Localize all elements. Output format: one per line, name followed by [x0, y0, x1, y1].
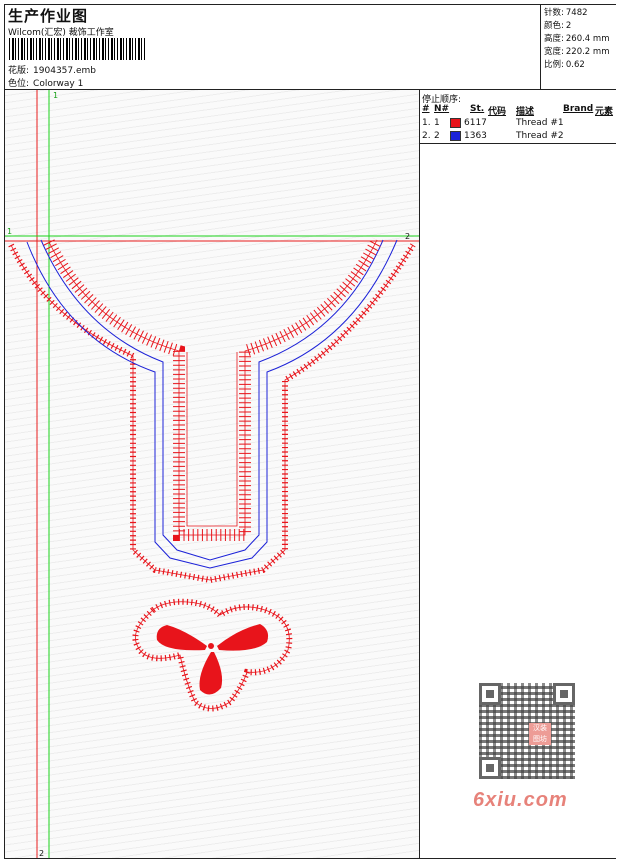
flower-center	[208, 643, 214, 649]
stat-label: 针数:	[544, 8, 564, 18]
guide-label-h2: 2	[405, 232, 410, 241]
design-file-name: 1904357.emb	[33, 66, 97, 76]
row-description: Thread #2	[516, 131, 564, 141]
petal-left	[156, 625, 207, 651]
stat-label: 颜色:	[544, 21, 564, 31]
colorway-row: 色位: Colorway 1	[8, 76, 83, 89]
stat-label: 宽度:	[544, 47, 564, 57]
stat-scale: 比例: 0.62	[544, 58, 585, 70]
qr-finder-pattern	[553, 683, 575, 705]
row-needle: 1	[434, 118, 440, 128]
stat-width: 宽度: 220.2 mm	[544, 45, 609, 57]
watermark-stamp: 汉装 图坊	[529, 723, 551, 745]
design-label: 花版:	[8, 66, 30, 76]
petal-right	[217, 624, 269, 651]
row-description: Thread #1	[516, 118, 564, 128]
stat-value: 0.62	[565, 60, 585, 70]
panel-divider	[420, 143, 616, 144]
colorway-value: Colorway 1	[33, 79, 84, 89]
col-header-description[interactable]: 描述	[516, 104, 534, 117]
watermark-text: 6xiu.com	[473, 789, 568, 811]
stat-value: 7482	[565, 8, 588, 18]
stat-value: 2	[565, 21, 572, 31]
sheet-header: 生产作业图 Wilcom(汇宏) 裁饰工作室 花版: 1904357.emb 色位…	[5, 5, 616, 90]
qr-finder-pattern	[479, 683, 501, 705]
row-number: 1.	[422, 118, 431, 128]
guide-label-h1: 1	[7, 227, 12, 236]
qr-finder-pattern	[479, 757, 501, 779]
blue-stitch-inner	[40, 239, 384, 561]
company-name: Wilcom(汇宏) 裁饰工作室	[8, 28, 114, 38]
thread-color-swatch	[450, 131, 461, 141]
satin-center-line	[186, 352, 238, 527]
col-header-code[interactable]: 代码	[488, 104, 506, 117]
colorway-label: 色位:	[8, 79, 30, 89]
stat-height: 高度: 260.4 mm	[544, 32, 609, 44]
thread-row[interactable]: 1. 1 6117 Thread #1	[420, 118, 616, 130]
design-barcode	[9, 38, 147, 60]
design-stats: 针数: 7482 颜色: 2 高度: 260.4 mm 宽度: 220.2 mm 比例:…	[540, 5, 616, 89]
col-header-stitch[interactable]: St.	[470, 104, 484, 114]
stat-colors: 颜色: 2	[544, 19, 571, 31]
stat-value: 220.2 mm	[565, 47, 610, 57]
flower-motif	[132, 598, 293, 712]
row-needle: 2	[434, 131, 440, 141]
design-canvas[interactable]: 1 2 1 2	[5, 90, 419, 858]
sheet-title: 生产作业图	[8, 7, 89, 25]
guide-label-v1: 1	[53, 91, 58, 100]
stat-label: 比例:	[544, 60, 564, 70]
qr-code: 汉装 图坊	[479, 683, 575, 779]
row-number: 2.	[422, 131, 431, 141]
stat-label: 高度:	[544, 34, 564, 44]
row-thread-code: 6117	[464, 118, 487, 128]
col-header-element[interactable]: 元素	[595, 104, 613, 117]
col-header-brand[interactable]: Brand	[563, 104, 593, 114]
satin-inner-line	[48, 239, 378, 536]
design-file-row: 花版: 1904357.emb	[8, 63, 96, 76]
embroidery-preview: 1 2 1 2	[5, 90, 419, 858]
thread-row[interactable]: 2. 2 1363 Thread #2	[420, 131, 616, 143]
row-thread-code: 1363	[464, 131, 487, 141]
col-header-number[interactable]: #	[422, 104, 430, 114]
petal-bottom	[199, 652, 223, 695]
watermark: 汉装 图坊 6xiu.com	[467, 679, 587, 819]
col-header-needle[interactable]: N#	[434, 104, 449, 114]
satin-inner-ticks	[43, 237, 383, 541]
stat-value: 260.4 mm	[565, 34, 610, 44]
blue-stitch-outer	[26, 239, 398, 569]
thread-color-swatch	[450, 118, 461, 128]
stat-stitches: 针数: 7482	[544, 6, 588, 18]
guide-label-v2: 2	[39, 849, 44, 858]
